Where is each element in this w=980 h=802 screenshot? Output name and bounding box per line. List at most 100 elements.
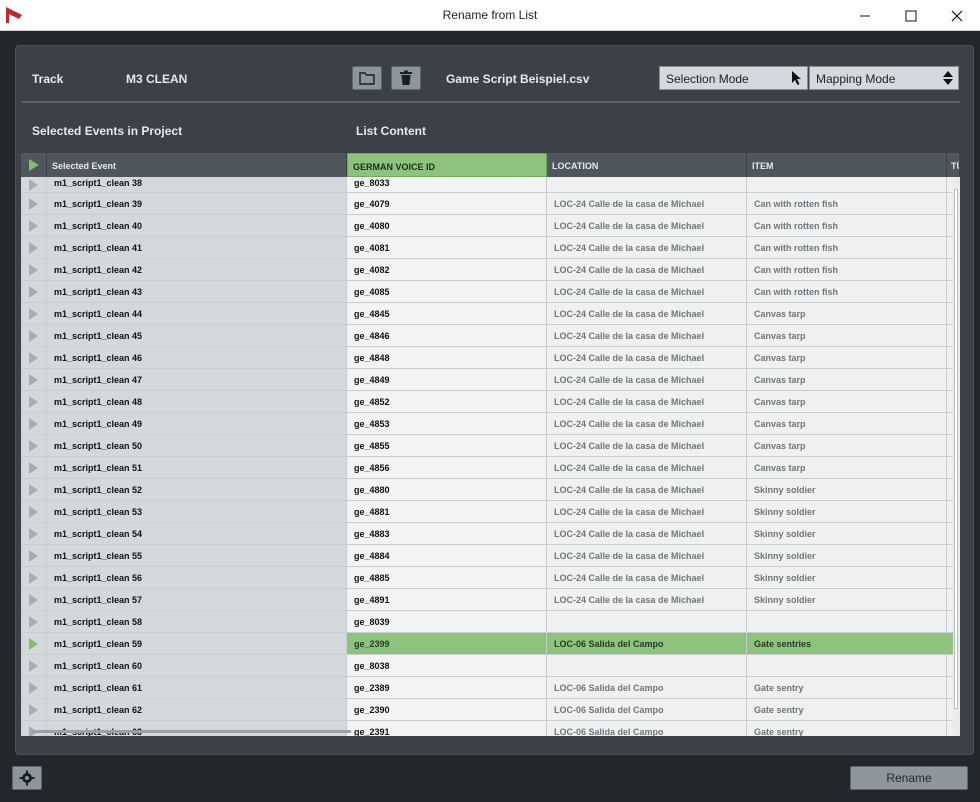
- table-row[interactable]: m1_script1_clean 49 ge_4853 LOC-24 Calle d…: [21, 413, 960, 435]
- horizontal-scrollbar[interactable]: [31, 730, 351, 733]
- play-all-button[interactable]: [21, 153, 47, 177]
- column-header-german-voice-id[interactable]: GERMAN VOICE ID: [347, 153, 547, 177]
- voice-id-cell: ge_4883: [347, 523, 547, 544]
- table-row[interactable]: m1_script1_clean 42 ge_4082 LOC-24 Calle d…: [21, 259, 960, 281]
- minimize-icon: [860, 15, 870, 16]
- play-icon: [29, 395, 38, 408]
- row-play-button[interactable]: [21, 193, 47, 214]
- selected-event-cell: m1_script1_clean 57: [47, 589, 347, 610]
- row-play-button[interactable]: [21, 303, 47, 324]
- selected-event-cell: m1_script1_clean 50: [47, 435, 347, 456]
- table-row[interactable]: m1_script1_clean 41 ge_4081 LOC-24 Calle d…: [21, 237, 960, 259]
- item-cell: Can with rotten fish: [747, 237, 947, 258]
- row-play-button[interactable]: [21, 479, 47, 500]
- close-button[interactable]: [934, 0, 980, 31]
- table-row[interactable]: m1_script1_clean 62 ge_2390 LOC-06 Salida …: [21, 699, 960, 721]
- table-row[interactable]: m1_script1_clean 60 ge_8038: [21, 655, 960, 677]
- mapping-mode-label: Mapping Mode: [816, 72, 896, 86]
- table-row[interactable]: m1_script1_clean 51 ge_4856 LOC-24 Calle d…: [21, 457, 960, 479]
- table-row[interactable]: m1_script1_clean 44 ge_4845 LOC-24 Calle d…: [21, 303, 960, 325]
- column-header-location[interactable]: LOCATION: [547, 153, 747, 177]
- row-play-button[interactable]: [21, 501, 47, 522]
- row-play-button[interactable]: [21, 545, 47, 566]
- table-row[interactable]: m1_script1_clean 57 ge_4891 LOC-24 Calle d…: [21, 589, 960, 611]
- column-header-selected-event[interactable]: Selected Event: [47, 153, 347, 177]
- column-header-item[interactable]: ITEM: [747, 153, 947, 177]
- rename-button[interactable]: Rename: [850, 766, 968, 790]
- delete-list-button[interactable]: [391, 66, 421, 90]
- row-play-button[interactable]: [21, 215, 47, 236]
- table-row[interactable]: m1_script1_clean 56 ge_4885 LOC-24 Calle d…: [21, 567, 960, 589]
- open-file-button[interactable]: [352, 66, 382, 90]
- voice-id-cell: ge_4080: [347, 215, 547, 236]
- play-icon: [29, 219, 38, 232]
- row-play-button[interactable]: [21, 413, 47, 434]
- table-row[interactable]: m1_script1_clean 52 ge_4880 LOC-24 Calle d…: [21, 479, 960, 501]
- row-play-button[interactable]: [21, 369, 47, 390]
- location-cell: LOC-06 Salida del Campo: [547, 721, 747, 736]
- table-row[interactable]: m1_script1_clean 43 ge_4085 LOC-24 Calle d…: [21, 281, 960, 303]
- table-row[interactable]: m1_script1_clean 61 ge_2389 LOC-06 Salida …: [21, 677, 960, 699]
- location-cell: LOC-24 Calle de la casa de Michael: [547, 391, 747, 412]
- table-row[interactable]: m1_script1_clean 50 ge_4855 LOC-24 Calle d…: [21, 435, 960, 457]
- item-cell: Skinny soldier: [747, 567, 947, 588]
- table-row[interactable]: m1_script1_clean 58 ge_8039: [21, 611, 960, 633]
- row-play-button[interactable]: [21, 435, 47, 456]
- row-play-button[interactable]: [21, 567, 47, 588]
- row-play-button[interactable]: [21, 699, 47, 720]
- selected-event-cell: m1_script1_clean 53: [47, 501, 347, 522]
- selection-mode-label: Selection Mode: [666, 72, 749, 86]
- row-play-button[interactable]: [21, 655, 47, 676]
- selected-event-cell: m1_script1_clean 38: [47, 177, 347, 192]
- row-play-button[interactable]: [21, 457, 47, 478]
- row-play-button[interactable]: [21, 177, 47, 192]
- row-play-button[interactable]: [21, 677, 47, 698]
- trash-icon: [400, 70, 412, 85]
- selected-event-cell: m1_script1_clean 45: [47, 325, 347, 346]
- vertical-scrollbar-thumb[interactable]: [954, 189, 958, 709]
- row-play-button[interactable]: [21, 281, 47, 302]
- table-row[interactable]: m1_script1_clean 48 ge_4852 LOC-24 Calle d…: [21, 391, 960, 413]
- location-cell: LOC-06 Salida del Campo: [547, 677, 747, 698]
- table-row[interactable]: m1_script1_clean 59 ge_2399 LOC-06 Salida …: [21, 633, 960, 655]
- item-cell: Can with rotten fish: [747, 281, 947, 302]
- selection-mode-select[interactable]: Selection Mode: [659, 66, 808, 90]
- row-play-button[interactable]: [21, 259, 47, 280]
- row-play-button[interactable]: [21, 347, 47, 368]
- row-play-button[interactable]: [21, 589, 47, 610]
- table-row[interactable]: m1_script1_clean 39 ge_4079 LOC-24 Calle d…: [21, 193, 960, 215]
- table-row[interactable]: m1_script1_clean 53 ge_4881 LOC-24 Calle d…: [21, 501, 960, 523]
- item-cell: Gate sentry: [747, 699, 947, 720]
- item-cell: Canvas tarp: [747, 303, 947, 324]
- table-row[interactable]: m1_script1_clean 63ge_2391LOC-06 Salida …: [21, 721, 960, 736]
- item-cell: Canvas tarp: [747, 325, 947, 346]
- item-cell: Can with rotten fish: [747, 193, 947, 214]
- row-play-button[interactable]: [21, 721, 47, 736]
- table-row[interactable]: m1_script1_clean 46 ge_4848 LOC-24 Calle d…: [21, 347, 960, 369]
- table-row[interactable]: m1_script1_clean 55 ge_4884 LOC-24 Calle d…: [21, 545, 960, 567]
- row-play-button[interactable]: [21, 391, 47, 412]
- maximize-button[interactable]: [888, 0, 934, 31]
- selected-event-cell: m1_script1_clean 42: [47, 259, 347, 280]
- up-down-arrows-icon: [943, 71, 953, 85]
- row-play-button[interactable]: [21, 325, 47, 346]
- row-play-button[interactable]: [21, 633, 47, 654]
- table-row[interactable]: m1_script1_clean 38 ge_8033: [21, 177, 960, 193]
- table-row[interactable]: m1_script1_clean 47 ge_4849 LOC-24 Calle d…: [21, 369, 960, 391]
- header-divider: [21, 101, 960, 103]
- row-play-button[interactable]: [21, 611, 47, 632]
- settings-button[interactable]: [12, 766, 42, 790]
- column-header-extra[interactable]: TÜ: [947, 153, 960, 177]
- selected-event-cell: m1_script1_clean 48: [47, 391, 347, 412]
- table-row[interactable]: m1_script1_clean 54 ge_4883 LOC-24 Calle d…: [21, 523, 960, 545]
- selected-event-cell: m1_script1_clean 44: [47, 303, 347, 324]
- table-row[interactable]: m1_script1_clean 40 ge_4080 LOC-24 Calle d…: [21, 215, 960, 237]
- row-play-button[interactable]: [21, 237, 47, 258]
- list-content-heading: List Content: [356, 124, 426, 138]
- item-cell: Canvas tarp: [747, 391, 947, 412]
- mapping-mode-select[interactable]: Mapping Mode: [809, 66, 959, 90]
- row-play-button[interactable]: [21, 523, 47, 544]
- minimize-button[interactable]: [842, 0, 888, 31]
- location-cell: LOC-24 Calle de la casa de Michael: [547, 193, 747, 214]
- table-row[interactable]: m1_script1_clean 45 ge_4846 LOC-24 Calle d…: [21, 325, 960, 347]
